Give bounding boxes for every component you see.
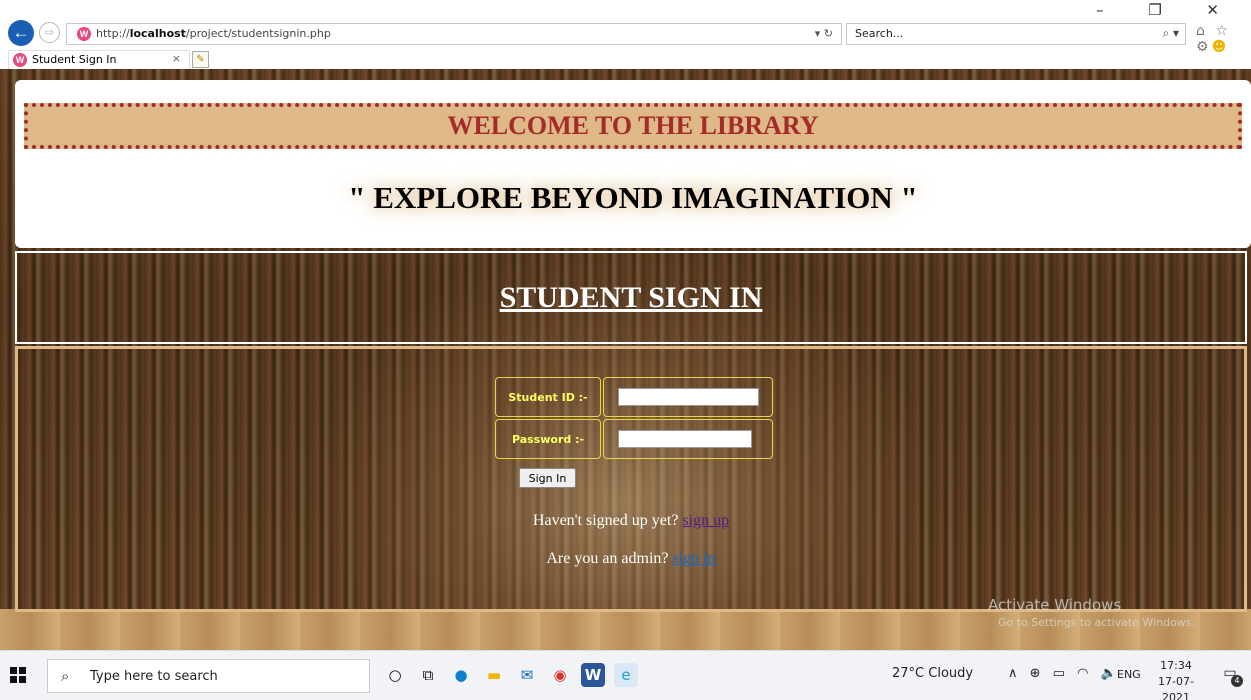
- refresh-icon[interactable]: ▾ ↻: [815, 27, 833, 40]
- new-tab-icon[interactable]: ✎: [192, 51, 209, 68]
- student-id-cell: [603, 377, 773, 417]
- notification-badge: 4: [1231, 675, 1243, 687]
- clock-time: 17:34: [1160, 659, 1192, 672]
- url-host: localhost: [129, 27, 186, 40]
- admin-note: Are you an admin? sign in: [18, 550, 1244, 568]
- signup-note: Haven't signed up yet? sign up: [18, 512, 1244, 530]
- smiley-feedback-icon[interactable]: ☻: [1212, 39, 1230, 55]
- system-tray-icon[interactable]: ∧ ⊕ ▭ ◠ 🔈: [1008, 666, 1121, 681]
- signin-heading-box: STUDENT SIGN IN: [15, 251, 1247, 344]
- search-icon[interactable]: ⌕ ▾: [1162, 26, 1179, 41]
- taskbar-search-placeholder: Type here to search: [90, 669, 218, 684]
- page-title: STUDENT SIGN IN: [499, 280, 763, 314]
- watermark-subtitle: Go to Settings to activate Windows.: [998, 616, 1196, 629]
- notification-icon[interactable]: ▭ 4: [1219, 665, 1243, 687]
- url-prefix: http://: [96, 27, 130, 40]
- search-icon: ⌕: [61, 667, 70, 685]
- clock-date: 17-07-2021: [1158, 675, 1194, 700]
- taskbar-search[interactable]: ⌕ Type here to search: [47, 659, 370, 693]
- forward-button[interactable]: ⇨: [39, 22, 60, 43]
- window-controls-icon[interactable]: – ❐ ✕: [1096, 1, 1239, 19]
- browser-search-bar[interactable]: Search... ⌕ ▾: [846, 23, 1186, 45]
- site-favicon-icon: W: [77, 27, 91, 41]
- word-icon[interactable]: W: [581, 663, 605, 687]
- password-input[interactable]: [618, 430, 752, 448]
- mail-icon[interactable]: ✉: [515, 663, 539, 687]
- activate-windows-watermark: Activate Windows Go to Settings to activ…: [988, 596, 1195, 629]
- sign-up-link[interactable]: sign up: [682, 512, 729, 529]
- taskbar: ⌕ Type here to search ○ ⧉ ● ▬ ✉ ◉ W e 27…: [0, 650, 1251, 700]
- cortana-icon[interactable]: ○: [383, 663, 407, 687]
- student-id-label: Student ID :-: [495, 377, 601, 417]
- clock[interactable]: 17:34 17-07-2021: [1148, 658, 1204, 700]
- weather-widget[interactable]: 27°C Cloudy: [892, 666, 973, 681]
- url-text: http://localhost/project/studentsignin.p…: [96, 27, 331, 40]
- tab-title: Student Sign In: [32, 53, 117, 66]
- signin-form: Student ID :- Password :- Sign In Haven'…: [15, 346, 1247, 612]
- browser-search-placeholder: Search...: [855, 27, 904, 40]
- edge-icon[interactable]: ●: [449, 663, 473, 687]
- arrow-left-icon: ←: [12, 23, 30, 42]
- back-button[interactable]: ←: [8, 20, 34, 46]
- sign-in-button[interactable]: Sign In: [519, 468, 576, 488]
- tab-student-sign-in[interactable]: W Student Sign In ×: [8, 50, 190, 69]
- chrome-icon[interactable]: ◉: [548, 663, 572, 687]
- admin-sign-in-link[interactable]: sign in: [673, 550, 716, 567]
- watermark-title: Activate Windows: [988, 596, 1122, 614]
- page-background: WELCOME TO THE LIBRARY " EXPLORE BEYOND …: [0, 69, 1251, 650]
- windows-start-icon[interactable]: [10, 667, 26, 683]
- close-tab-icon[interactable]: ×: [172, 52, 181, 65]
- url-path: /project/studentsignin.php: [185, 27, 331, 40]
- internet-explorer-icon[interactable]: e: [614, 663, 638, 687]
- tagline-text: " EXPLORE BEYOND IMAGINATION ": [348, 180, 918, 215]
- welcome-text: WELCOME TO THE LIBRARY: [447, 111, 819, 140]
- password-cell: [603, 419, 773, 459]
- language-indicator[interactable]: ENG: [1117, 668, 1141, 681]
- file-explorer-icon[interactable]: ▬: [482, 663, 506, 687]
- signup-prompt: Haven't signed up yet?: [532, 512, 679, 529]
- welcome-banner: WELCOME TO THE LIBRARY: [24, 103, 1242, 149]
- header-card: WELCOME TO THE LIBRARY " EXPLORE BEYOND …: [15, 80, 1251, 248]
- browser-titlebar: ← ⇨ W http://localhost/project/studentsi…: [0, 0, 1251, 55]
- admin-prompt: Are you an admin?: [546, 550, 669, 567]
- arrow-right-icon: ⇨: [44, 25, 55, 39]
- tab-favicon-icon: W: [13, 53, 27, 67]
- student-id-input[interactable]: [618, 388, 759, 406]
- tagline: " EXPLORE BEYOND IMAGINATION ": [15, 180, 1251, 216]
- toolbar-icons: ⌂ ☆ ⚙☻: [1196, 23, 1251, 55]
- password-label: Password :-: [495, 419, 601, 459]
- task-view-icon[interactable]: ⧉: [416, 663, 440, 687]
- address-bar[interactable]: W http://localhost/project/studentsignin…: [66, 23, 842, 45]
